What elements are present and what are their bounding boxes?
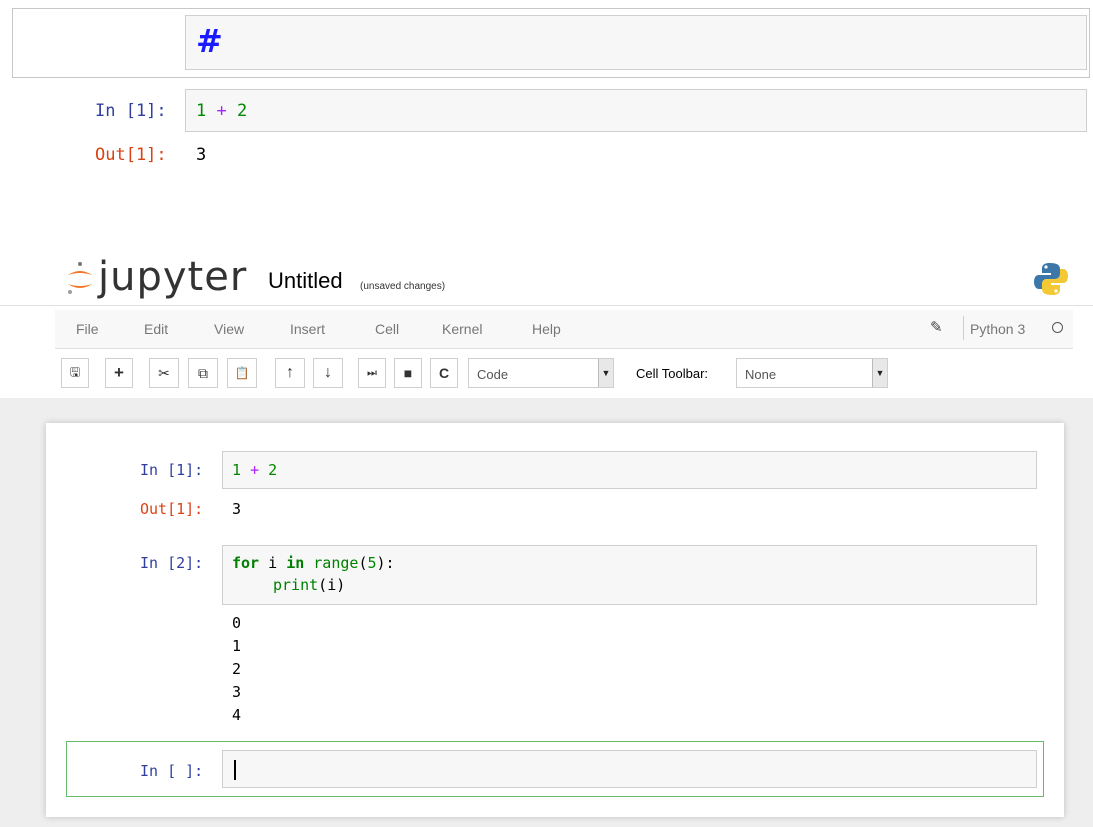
pencil-icon[interactable]: ✎	[930, 318, 943, 336]
menu-file[interactable]: File	[76, 321, 99, 337]
cell-type-value: Code	[477, 367, 509, 382]
move-up-button[interactable]: ↑	[275, 358, 305, 388]
notebook-title[interactable]: Untitled	[268, 268, 343, 294]
copy-icon: ⧉	[198, 364, 208, 381]
python-logo-icon	[1032, 260, 1070, 298]
code-input[interactable]	[222, 451, 1037, 489]
menu-edit[interactable]: Edit	[144, 321, 168, 337]
code-token-number: 5	[367, 554, 377, 572]
arrow-down-icon: ↓	[324, 364, 332, 381]
chevron-down-icon: ▼	[598, 359, 613, 387]
menu-help[interactable]: Help	[532, 321, 561, 337]
menu-insert[interactable]: Insert	[290, 321, 325, 337]
code-line: 1 + 2	[232, 461, 277, 479]
plus-icon: +	[114, 363, 124, 382]
menu-kernel[interactable]: Kernel	[442, 321, 482, 337]
out-prompt: Out[1]:	[95, 145, 167, 165]
code-token-number: 2	[237, 101, 248, 121]
code-token-punct: )	[336, 576, 346, 594]
cut-icon: ✂	[158, 364, 170, 381]
output-text: 3	[196, 145, 207, 165]
jupyter-logo-text[interactable]: jupyter	[98, 254, 247, 300]
run-button[interactable]: ⏭	[358, 358, 386, 388]
in-prompt: In [1]:	[95, 101, 167, 121]
code-token-punct: ):	[376, 554, 395, 572]
stop-icon: ■	[403, 365, 413, 381]
code-token-keyword: in	[286, 554, 305, 572]
output-line: 3	[232, 683, 242, 701]
kernel-idle-indicator-icon	[1052, 322, 1063, 333]
in-prompt: In [1]:	[140, 461, 204, 479]
jupyter-logo-icon[interactable]	[64, 258, 96, 298]
paste-icon: 📋	[234, 366, 250, 380]
code-token-number: 2	[268, 461, 278, 479]
chevron-down-icon: ▼	[872, 359, 887, 387]
output-line: 2	[232, 660, 242, 678]
code-line: print(i)	[273, 576, 345, 594]
in-prompt: In [ ]:	[140, 762, 204, 780]
header-divider	[0, 305, 1093, 306]
code-input[interactable]	[222, 750, 1037, 788]
code-token-keyword: for	[232, 554, 260, 572]
code-input[interactable]	[185, 89, 1087, 132]
out-prompt: Out[1]:	[140, 500, 204, 518]
code-token-punct: (	[318, 576, 328, 594]
menu-cell[interactable]: Cell	[375, 321, 399, 337]
code-token-variable: i	[327, 576, 337, 594]
code-line: for i in range(5):	[232, 554, 395, 572]
run-icon: ⏭	[367, 366, 377, 379]
cut-button[interactable]: ✂	[149, 358, 179, 388]
markdown-input[interactable]	[185, 15, 1087, 70]
insert-cell-button[interactable]: +	[105, 358, 133, 388]
output-text: 3	[232, 500, 242, 518]
kernel-name: Python 3	[970, 321, 1026, 337]
code-token-number: 1	[196, 101, 207, 121]
text-cursor	[234, 760, 236, 780]
output-line: 4	[232, 706, 242, 724]
menubar	[55, 310, 1073, 349]
code-token-operator: +	[216, 101, 227, 121]
kernel-separator	[963, 316, 964, 340]
cell-type-select[interactable]: Code ▼	[468, 358, 614, 388]
copy-button[interactable]: ⧉	[188, 358, 218, 388]
code-token-builtin: range	[313, 554, 359, 572]
paste-button[interactable]: 📋	[227, 358, 257, 388]
save-icon: 🖫	[69, 364, 81, 379]
output-line: 0	[232, 614, 242, 632]
restart-button[interactable]: C	[430, 358, 458, 388]
code-token-variable: i	[268, 554, 278, 572]
save-button[interactable]: 🖫	[61, 358, 89, 388]
cell-toolbar-value: None	[745, 367, 777, 382]
code-token-builtin: print	[273, 576, 319, 594]
in-prompt: In [2]:	[140, 554, 204, 572]
restart-icon: C	[438, 365, 450, 381]
arrow-up-icon: ↑	[286, 364, 294, 381]
output-line: 1	[232, 637, 242, 655]
menu-view[interactable]: View	[214, 321, 244, 337]
interrupt-button[interactable]: ■	[394, 358, 422, 388]
code-token-operator: +	[250, 461, 260, 479]
code-token-number: 1	[232, 461, 242, 479]
move-down-button[interactable]: ↓	[313, 358, 343, 388]
cell-toolbar-label: Cell Toolbar:	[636, 366, 709, 381]
code-line: 1 + 2	[196, 101, 247, 121]
markdown-text: #	[196, 22, 223, 60]
save-status: (unsaved changes)	[360, 281, 446, 292]
cell-toolbar-select[interactable]: None ▼	[736, 358, 888, 388]
